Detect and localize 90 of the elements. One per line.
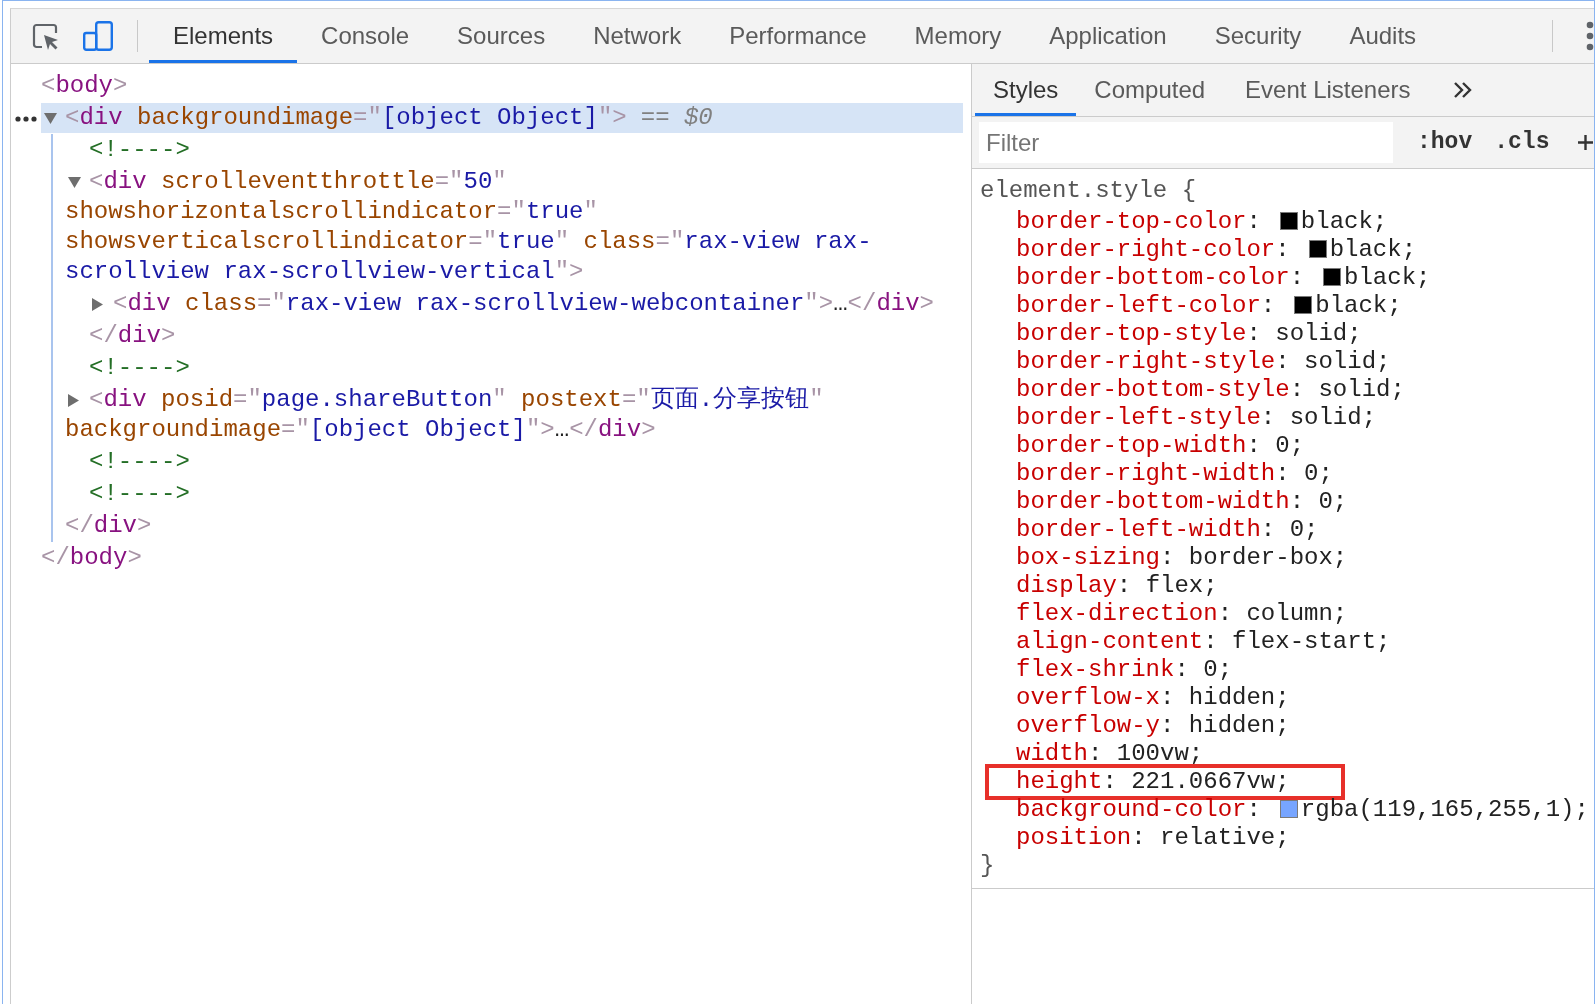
css-value[interactable]: black; [1315, 292, 1402, 319]
panel-tab[interactable]: Network [569, 9, 706, 63]
triangle-down-icon[interactable] [68, 176, 81, 188]
panel-tab[interactable]: Console [297, 9, 434, 63]
element-tag[interactable]: <div scrolleventthrottle="50" showshorizontalscrollindicator="true" showsverticalscrollindicator="true" class="rax-view rax-scrollview rax-scrollview-vertical"> [65, 167, 963, 287]
color-swatch-icon[interactable] [1279, 800, 1298, 818]
rule-selector: element.style { [980, 177, 1198, 205]
css-value[interactable]: 0; [1203, 656, 1233, 683]
css-value[interactable]: 0; [1304, 460, 1333, 487]
panel-tab[interactable]: Audits [1325, 9, 1441, 63]
html-comment[interactable]: <!----> [89, 136, 190, 163]
css-property[interactable]: height: [1016, 768, 1117, 795]
css-value[interactable]: solid; [1275, 320, 1362, 347]
css-value[interactable]: 0; [1275, 432, 1305, 459]
color-swatch-icon[interactable] [1294, 296, 1313, 314]
panel-tab[interactable]: Application [1025, 9, 1191, 63]
css-value[interactable]: border-box; [1188, 544, 1348, 571]
css-property[interactable]: border-left-style: [1016, 404, 1276, 431]
css-value[interactable]: solid; [1304, 348, 1391, 375]
more-icon[interactable] [15, 116, 37, 122]
plus-icon[interactable] [1578, 135, 1594, 150]
css-property[interactable]: border-left-color: [1016, 292, 1276, 319]
html-comment[interactable]: <!----> [89, 448, 190, 475]
element-tag[interactable]: <div backgroundimage="[object Object]"> [65, 104, 627, 131]
triangle-right-icon[interactable] [68, 393, 79, 407]
css-property[interactable]: border-top-width: [1016, 432, 1261, 459]
css-property[interactable]: border-right-style: [1016, 348, 1290, 375]
css-property[interactable]: flex-shrink: [1016, 656, 1189, 683]
closing-tag[interactable]: </div> [65, 512, 152, 539]
panel-tab[interactable]: Memory [890, 9, 1026, 63]
panel-tab[interactable]: Performance [705, 9, 891, 63]
css-value[interactable]: 221.0667vw; [1131, 768, 1290, 795]
css-property[interactable]: box-sizing: [1016, 544, 1175, 571]
css-value[interactable]: hidden; [1188, 712, 1290, 739]
css-value[interactable]: flex-start; [1232, 628, 1391, 655]
toggle-button[interactable]: :hov [1417, 125, 1473, 160]
inspect-icon[interactable] [31, 22, 59, 50]
css-value[interactable]: black; [1329, 236, 1417, 263]
css-value[interactable]: black; [1344, 264, 1431, 291]
element-tag[interactable]: <div class="rax-view rax-scrollview-webcontainer">…</div> [89, 289, 963, 319]
color-swatch-icon[interactable] [1323, 268, 1342, 286]
css-property[interactable]: position: [1016, 824, 1146, 851]
css-property[interactable]: border-bottom-style: [1016, 376, 1305, 403]
css-property[interactable]: border-bottom-color: [1016, 264, 1305, 291]
html-comment[interactable]: <!----> [89, 480, 190, 507]
panel-tab[interactable]: Security [1190, 9, 1326, 63]
rule-closing-brace: } [980, 852, 996, 880]
css-value[interactable]: rgba(119,165,255,1); [1300, 796, 1589, 823]
device-toggle-icon[interactable] [83, 21, 113, 51]
css-property[interactable]: flex-direction: [1016, 600, 1233, 627]
css-property[interactable]: border-right-color: [1016, 236, 1290, 263]
css-property[interactable]: border-top-style: [1016, 320, 1261, 347]
css-value[interactable]: flex; [1145, 572, 1218, 599]
css-value[interactable]: 0; [1289, 516, 1319, 543]
css-property[interactable]: border-left-width: [1016, 516, 1276, 543]
triangle-down-icon[interactable] [44, 112, 57, 124]
css-value[interactable]: black; [1300, 208, 1388, 235]
filter-input[interactable]: Filter [979, 122, 1393, 163]
css-property[interactable]: border-right-width: [1016, 460, 1290, 487]
html-comment[interactable]: <!----> [89, 354, 190, 381]
double-chevron-icon[interactable] [1452, 81, 1473, 99]
css-property[interactable]: overflow-y: [1016, 712, 1175, 739]
panel-tab[interactable]: Sources [433, 9, 570, 63]
css-property[interactable]: overflow-x: [1016, 684, 1175, 711]
css-property[interactable]: display: [1016, 572, 1132, 599]
css-value[interactable]: column; [1246, 600, 1348, 627]
triangle-right-icon[interactable] [92, 297, 103, 311]
element-tag[interactable]: <body> [41, 71, 963, 101]
console-reference: == $0 [640, 104, 713, 131]
color-swatch-icon[interactable] [1308, 240, 1327, 258]
color-swatch-icon[interactable] [1279, 212, 1298, 230]
css-property[interactable]: width: [1016, 740, 1103, 767]
css-property[interactable]: background-color: [1016, 796, 1261, 823]
css-value[interactable]: 100vw; [1116, 740, 1204, 767]
css-property[interactable]: border-top-color: [1016, 208, 1261, 235]
css-value[interactable]: solid; [1289, 404, 1377, 431]
closing-tag[interactable]: </body> [41, 544, 142, 571]
css-value[interactable]: relative; [1160, 824, 1290, 851]
panel-tab[interactable]: Elements [149, 9, 298, 63]
element-tag[interactable]: <div posid="page.shareButton" postext="页面.分享按钮" backgroundimage="[object Object]">…</div> [65, 385, 963, 445]
css-property[interactable]: align-content: [1016, 628, 1218, 655]
css-value[interactable]: solid; [1318, 376, 1405, 403]
kebab-menu-icon[interactable] [1586, 21, 1594, 51]
css-property[interactable]: border-bottom-width: [1016, 488, 1305, 515]
css-value[interactable]: 0; [1318, 488, 1348, 515]
css-value[interactable]: hidden; [1188, 684, 1290, 711]
sidebar-tab[interactable]: Computed [1076, 64, 1224, 116]
toggle-button[interactable]: .cls [1494, 125, 1550, 160]
sidebar-tab[interactable]: Event Listeners [1223, 64, 1429, 116]
closing-tag[interactable]: </div> [89, 322, 176, 349]
